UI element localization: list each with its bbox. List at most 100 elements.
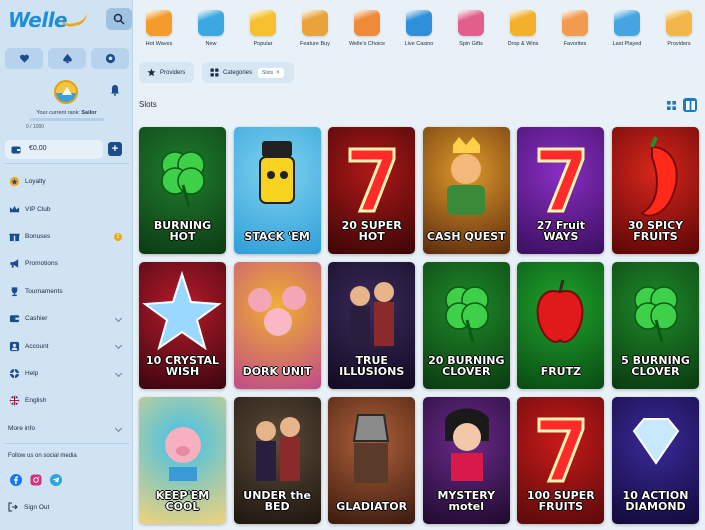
category-label: Providers xyxy=(667,41,691,47)
game-tile[interactable]: 20 SUPER HOT xyxy=(328,127,416,254)
game-tile[interactable]: 30 SPICY FRUITS xyxy=(612,127,699,254)
active-filter-label: Slots xyxy=(262,69,274,76)
game-tile[interactable]: TRUE ILLUSIONS xyxy=(328,262,416,389)
game-tile[interactable]: 5 BURNING CLOVER xyxy=(612,262,699,389)
game-title: 20 BURNING CLOVER xyxy=(428,354,505,378)
category-live-casino[interactable]: Live Casino xyxy=(393,0,445,56)
quick-sports-button[interactable] xyxy=(91,48,129,69)
close-icon[interactable]: × xyxy=(276,70,280,76)
game-tile[interactable]: 10 CRYSTAL WISH xyxy=(139,262,226,389)
category-label: Live Casino xyxy=(404,41,434,47)
game-tile[interactable]: 100 SUPER FRUITS xyxy=(517,397,605,524)
category-new[interactable]: New xyxy=(185,0,237,56)
category-hot-waves[interactable]: Hot Waves xyxy=(133,0,185,56)
bonus-count-badge: 2 xyxy=(114,232,122,241)
brand-logo[interactable]: Welle xyxy=(8,8,68,32)
sidebar-item-label: English xyxy=(25,397,47,405)
balance-amount: €0.00 xyxy=(29,145,47,152)
category-spin-gifts[interactable]: Spin Gifts xyxy=(445,0,497,56)
sidebar: Welle Your current rank: Sailor 0 / 1000… xyxy=(0,0,133,530)
game-title: 20 SUPER HOT xyxy=(341,219,402,243)
category-label: Hot Waves xyxy=(145,41,173,47)
game-tile[interactable]: MYSTERY motel xyxy=(422,397,510,524)
facebook-icon[interactable] xyxy=(10,474,22,486)
grid-view-toggle[interactable] xyxy=(664,98,678,112)
rank-avatar[interactable] xyxy=(54,80,78,104)
sidebar-item-label: Loyalty xyxy=(25,178,46,186)
game-tile[interactable]: DORK UNIT xyxy=(233,262,321,389)
game-tile[interactable]: GLADIATOR xyxy=(328,397,416,524)
category-label: Feature Buy xyxy=(300,41,330,47)
sign-out-button[interactable]: Sign Out xyxy=(8,502,49,512)
category-bar: Hot Waves New Popular Feature Buy Welle's Ch… xyxy=(133,0,705,56)
category-label: Popular xyxy=(253,41,273,47)
game-title: 30 SPICY FRUITS xyxy=(627,219,684,243)
game-tile[interactable]: FRUTZ xyxy=(517,262,605,389)
category-label: Spin Gifts xyxy=(459,41,483,47)
category-label: Drop & Wins xyxy=(507,41,539,47)
game-tile[interactable]: 10 ACTION DIAMOND xyxy=(612,397,699,524)
game-tile[interactable]: STACK 'EM xyxy=(233,127,321,254)
search-icon xyxy=(113,13,125,25)
sidebar-item-more-info[interactable]: More info xyxy=(0,415,133,442)
sidebar-item-account[interactable]: Account xyxy=(0,332,133,359)
category-popular[interactable]: Popular xyxy=(237,0,289,56)
deposit-button[interactable]: + xyxy=(108,142,122,156)
category-welle-s-choice[interactable]: Welle's Choice xyxy=(341,0,393,56)
category-favorites[interactable]: Favorites xyxy=(549,0,601,56)
sidebar-item-loyalty[interactable]: Loyalty xyxy=(0,168,133,195)
sidebar-item-english[interactable]: English xyxy=(0,387,133,414)
sidebar-item-vip-club[interactable]: VIP Club xyxy=(0,195,133,222)
megaphone-icon xyxy=(8,258,20,270)
category-icon xyxy=(146,10,172,36)
providers-filter[interactable]: Providers xyxy=(139,62,194,83)
chevron-down-icon[interactable] xyxy=(114,342,123,350)
game-tile[interactable]: BURNING HOT xyxy=(139,127,226,254)
balance-display[interactable]: €0.00 xyxy=(5,140,103,159)
game-tile[interactable]: CASH QUEST xyxy=(422,127,510,254)
sidebar-item-bonuses[interactable]: Bonuses 2 xyxy=(0,223,133,250)
quick-hearts-button[interactable] xyxy=(5,48,43,69)
large-grid-view-toggle[interactable] xyxy=(683,98,697,112)
game-tile[interactable]: UNDER the BED xyxy=(233,397,321,524)
rank-progress-bar xyxy=(30,118,104,121)
instagram-icon[interactable] xyxy=(30,474,42,486)
wallet-icon xyxy=(8,313,20,325)
gift-icon xyxy=(8,230,20,242)
bell-icon[interactable] xyxy=(110,84,120,96)
social-links xyxy=(10,474,62,486)
sign-out-label: Sign Out xyxy=(24,503,50,511)
chevron-down-icon[interactable] xyxy=(114,314,123,322)
crown-icon xyxy=(8,203,20,215)
categories-filter[interactable]: Categories Slots × xyxy=(202,62,294,83)
game-title: 27 Fruit WAYS xyxy=(536,219,585,243)
category-label: New xyxy=(205,41,217,47)
category-last-played[interactable]: Last Played xyxy=(601,0,653,56)
divider xyxy=(5,443,129,444)
category-label: Welle's Choice xyxy=(348,41,386,47)
sidebar-item-help[interactable]: Help xyxy=(0,360,133,387)
user-icon xyxy=(8,340,20,352)
loyalty-icon xyxy=(8,176,20,188)
providers-filter-label: Providers xyxy=(160,69,186,76)
sidebar-item-promotions[interactable]: Promotions xyxy=(0,250,133,277)
quick-spades-button[interactable] xyxy=(48,48,86,69)
sidebar-item-label: Help xyxy=(25,369,39,377)
chevron-down-icon[interactable] xyxy=(114,424,123,432)
game-title: 10 ACTION DIAMOND xyxy=(622,489,689,513)
soccer-ball-icon xyxy=(105,53,115,64)
category-icon xyxy=(614,10,640,36)
category-drop-wins[interactable]: Drop & Wins xyxy=(497,0,549,56)
chevron-down-icon[interactable] xyxy=(114,369,123,377)
active-filter-tag[interactable]: Slots × xyxy=(258,67,284,78)
telegram-icon[interactable] xyxy=(50,474,62,486)
sidebar-item-label: Account xyxy=(25,342,49,350)
game-tile[interactable]: 20 BURNING CLOVER xyxy=(422,262,510,389)
search-button[interactable] xyxy=(106,8,132,30)
category-feature-buy[interactable]: Feature Buy xyxy=(289,0,341,56)
game-tile[interactable]: KEEP'EM COOL xyxy=(139,397,226,524)
category-providers[interactable]: Providers xyxy=(653,0,705,56)
game-tile[interactable]: 27 Fruit WAYS xyxy=(517,127,605,254)
sidebar-item-cashier[interactable]: Cashier xyxy=(0,305,133,332)
sidebar-item-tournaments[interactable]: Tournaments xyxy=(0,278,133,305)
